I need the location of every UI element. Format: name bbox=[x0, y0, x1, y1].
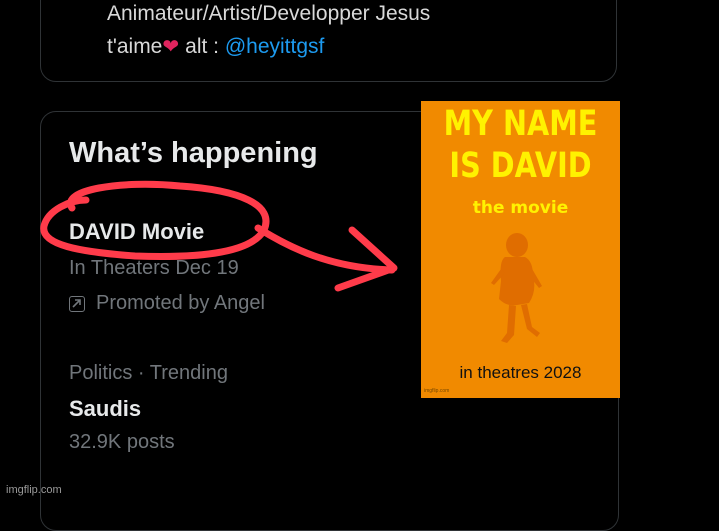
child-silhouette-icon bbox=[491, 233, 542, 343]
promoted-label: Promoted by Angel bbox=[96, 292, 265, 314]
bio-text: t'aime bbox=[107, 35, 163, 58]
trend-subtitle: In Theaters Dec 19 bbox=[69, 257, 239, 279]
alt-account-link[interactable]: @heyittgsf bbox=[225, 35, 325, 58]
trend-post-count: 32.9K posts bbox=[69, 431, 175, 453]
bio-alt-label: alt : bbox=[185, 35, 219, 58]
promoted-icon bbox=[69, 296, 85, 312]
profile-bio-line2: t'aime❤ alt : @heyittgsf bbox=[107, 34, 324, 59]
heart-icon: ❤ bbox=[162, 36, 180, 58]
profile-bio-line1: Animateur/Artist/Developper Jesus bbox=[107, 2, 431, 25]
poster-credit: imgflip.com bbox=[424, 388, 450, 394]
imgflip-watermark: imgflip.com bbox=[6, 484, 62, 496]
poster-release: in theatres 2028 bbox=[459, 363, 582, 382]
section-title: What’s happening bbox=[69, 137, 318, 169]
trend-name-saudis[interactable]: Saudis bbox=[69, 396, 141, 422]
trend-context: Politics · Trending bbox=[69, 362, 228, 384]
trend-name-david-movie[interactable]: DAVID Movie bbox=[69, 219, 204, 245]
movie-poster: MY NAME IS DAVID the movie in theatres 2… bbox=[421, 101, 620, 398]
